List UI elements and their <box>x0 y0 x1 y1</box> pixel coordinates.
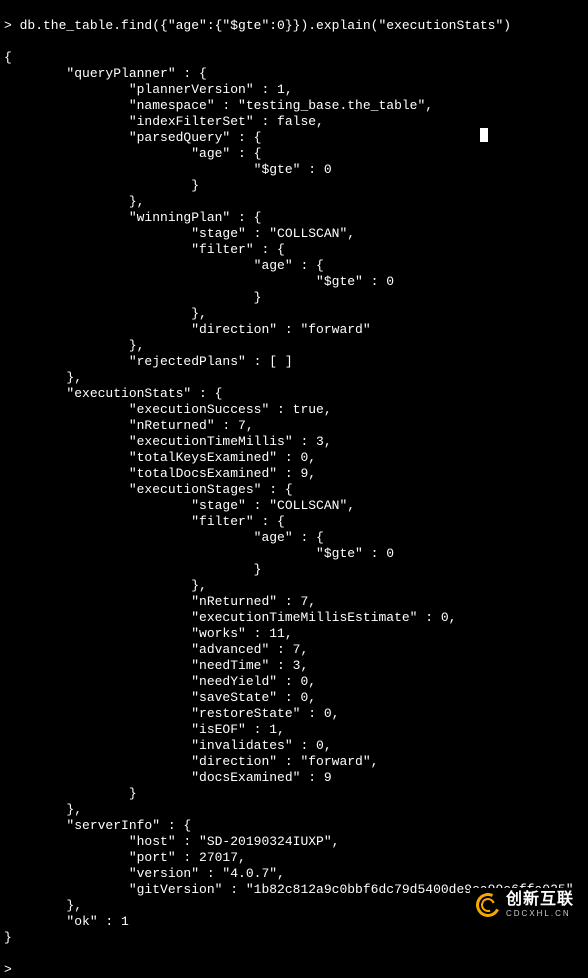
watermark-sub: CDCXHL.CN <box>506 910 574 918</box>
command-line: > db.the_table.find({"age":{"$gte":0}}).… <box>4 18 511 33</box>
json-output: { "queryPlanner" : { "plannerVersion" : … <box>4 50 574 945</box>
watermark-logo: 创新互联 CDCXHL.CN <box>470 888 580 922</box>
watermark-icon <box>476 893 500 917</box>
terminal-output: > db.the_table.find({"age":{"$gte":0}}).… <box>4 2 584 978</box>
watermark-main: 创新互联 <box>506 892 574 908</box>
prompt[interactable]: > <box>4 962 12 977</box>
text-cursor <box>480 128 488 142</box>
